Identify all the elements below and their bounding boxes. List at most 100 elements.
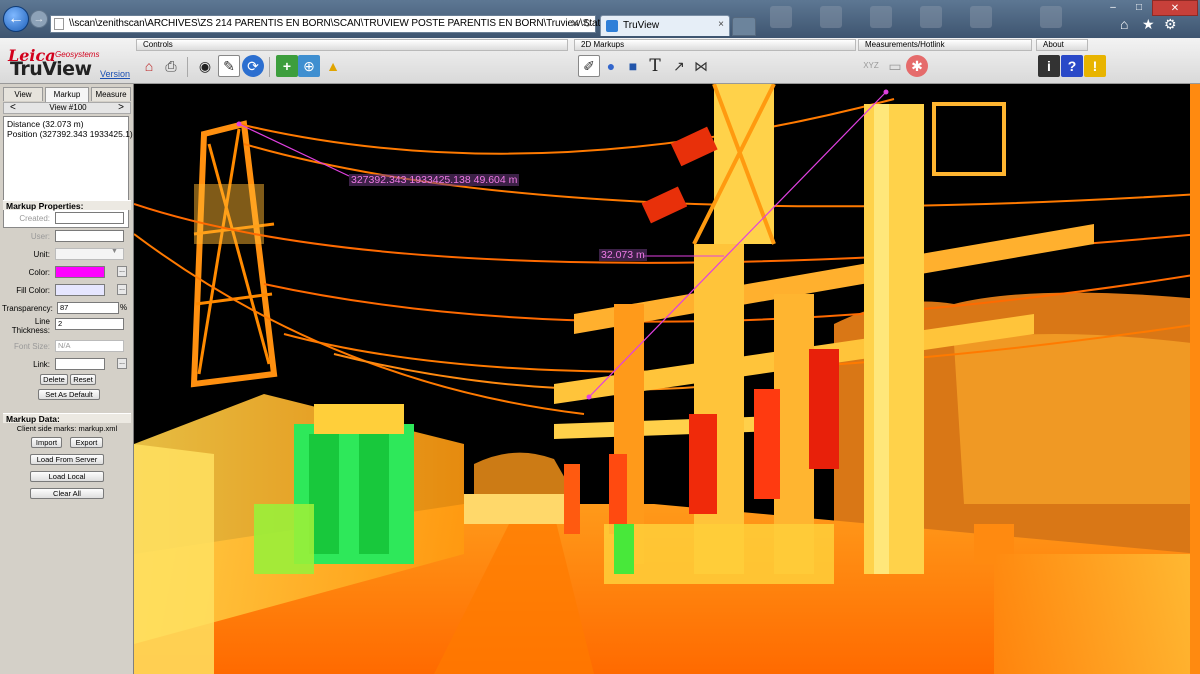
controls-section-head: Controls	[136, 39, 568, 51]
browser-tab[interactable]: TruView ×	[600, 15, 730, 36]
ghost-icon	[770, 6, 792, 28]
tab-measure[interactable]: Measure	[91, 87, 131, 101]
client-marks-text: Client side marks: markup.xml	[16, 424, 118, 433]
percent-unit: %	[120, 303, 128, 312]
tab-markup[interactable]: Markup	[45, 87, 89, 102]
created-field[interactable]	[55, 212, 124, 224]
position-markup-label[interactable]: 327392.343 1933425.138 49.604 m	[349, 174, 520, 186]
rectangle-icon[interactable]: ■	[622, 55, 644, 77]
info-icon[interactable]: i	[1038, 55, 1060, 77]
font-size-field[interactable]: N/A	[55, 340, 124, 352]
version-link[interactable]: Version	[100, 69, 130, 79]
zoom-fit-icon[interactable]: ⊕	[298, 55, 320, 77]
unit-label: Unit:	[33, 250, 50, 259]
load-from-server-button[interactable]: Load From Server	[30, 454, 104, 465]
ghost-icon	[1040, 6, 1062, 28]
annotation-icon[interactable]: ↗	[668, 55, 690, 77]
delete-button[interactable]: Delete	[40, 374, 68, 385]
ghost-icon	[820, 6, 842, 28]
print-icon[interactable]: ⎙	[160, 55, 182, 77]
background-icons	[760, 2, 1100, 32]
toolbar-separator	[187, 57, 188, 77]
substation-point-cloud-scene	[134, 84, 1200, 674]
panel-tabs: View Markup Measure	[3, 87, 131, 102]
fill-color-picker-button[interactable]: ...	[117, 284, 127, 295]
distance-icon[interactable]: ▭	[884, 55, 906, 77]
pointer-icon[interactable]: ✐	[578, 55, 600, 77]
ellipse-icon[interactable]: ●	[600, 55, 622, 77]
text-icon[interactable]: T	[644, 55, 666, 77]
markup-data-head: Markup Data:	[3, 413, 131, 424]
load-local-button[interactable]: Load Local	[30, 471, 104, 482]
link-field[interactable]	[55, 358, 105, 370]
import-button[interactable]: Import	[31, 437, 62, 448]
line-label: Line	[34, 317, 50, 326]
gear-icon[interactable]: ⚙	[1164, 16, 1177, 33]
previous-view-button[interactable]: <	[10, 102, 16, 113]
export-button[interactable]: Export	[70, 437, 103, 448]
clear-all-button[interactable]: Clear All	[30, 488, 104, 499]
app-toolbar: Leica Geosystems TruView Version Control…	[0, 38, 1200, 84]
link-icon[interactable]: ⋈	[690, 55, 712, 77]
help-icon[interactable]: ?	[1061, 55, 1083, 77]
view-title: View #100	[49, 103, 87, 112]
maximize-button[interactable]: □	[1126, 0, 1152, 16]
view-navigator: View #100 < >	[3, 102, 131, 114]
user-field[interactable]	[55, 230, 124, 242]
xyz-icon[interactable]: XYZ	[860, 55, 882, 77]
fill-color-swatch[interactable]	[55, 284, 105, 296]
reset-button[interactable]: Reset	[70, 374, 96, 385]
page-icon	[54, 18, 64, 30]
favorites-icon[interactable]: ★	[1142, 16, 1155, 33]
warning-icon[interactable]: ▲	[322, 55, 344, 77]
chevron-down-icon: ▼	[111, 248, 118, 255]
tab-close-icon[interactable]: ×	[718, 19, 724, 30]
point-cloud-viewport[interactable]: 327392.343 1933425.138 49.604 m 32.073 m	[134, 84, 1200, 674]
truview-logo: Leica Geosystems TruView Version	[0, 38, 134, 84]
ghost-icon	[870, 6, 892, 28]
note-icon[interactable]: !	[1084, 55, 1106, 77]
link-browse-button[interactable]: ...	[117, 358, 127, 369]
eye-icon[interactable]: ◉	[194, 55, 216, 77]
truview-tab-icon	[606, 20, 618, 32]
back-button[interactable]: ←	[3, 6, 29, 32]
about-section-head: About	[1036, 39, 1088, 51]
measurements-section-head: Measurements/Hotlink	[858, 39, 1032, 51]
sync-icon[interactable]: ⟳	[242, 55, 264, 77]
transparency-label: Transparency:	[2, 304, 53, 313]
next-view-button[interactable]: >	[118, 102, 124, 113]
address-bar[interactable]: \\scan\zenithscan\ARCHIVES\ZS 214 PARENT…	[50, 15, 729, 33]
ghost-icon	[970, 6, 992, 28]
home-icon[interactable]: ⌂	[1120, 16, 1128, 32]
markup-pen-icon[interactable]: ✎	[218, 55, 240, 77]
color-label: Color:	[28, 268, 50, 277]
browser-bar: ← → \\scan\zenithscan\ARCHIVES\ZS 214 PA…	[0, 0, 1200, 38]
color-picker-button[interactable]: ...	[117, 266, 127, 277]
forward-arrow-icon: →	[33, 13, 45, 25]
line-thickness-field[interactable]: 2	[55, 318, 124, 330]
list-item[interactable]: Position (327392.343 1933425.1)	[7, 129, 133, 139]
thickness-label: Thickness:	[11, 326, 50, 335]
home-view-icon[interactable]: ⌂	[138, 55, 160, 77]
created-label: Created:	[19, 214, 50, 223]
list-item[interactable]: Distance (32.073 m)	[7, 119, 125, 129]
fill-color-label: Fill Color:	[16, 286, 50, 295]
minimize-button[interactable]: –	[1100, 0, 1126, 16]
forward-button[interactable]: →	[30, 10, 48, 28]
markups-section-head: 2D Markups	[574, 39, 856, 51]
tab-view[interactable]: View	[3, 87, 43, 101]
markup-properties-head: Markup Properties:	[3, 200, 131, 211]
transparency-field[interactable]: 87	[57, 302, 119, 314]
close-window-button[interactable]: ✕	[1152, 0, 1198, 16]
new-tab-button[interactable]	[732, 17, 756, 36]
set-as-default-button[interactable]: Set As Default	[38, 389, 100, 400]
font-size-label: Font Size:	[13, 342, 50, 351]
back-arrow-icon: ←	[8, 10, 24, 27]
stop-refresh-icons[interactable]: ✕ ↻	[571, 17, 593, 30]
zoom-in-icon[interactable]: +	[276, 55, 298, 77]
ghost-icon	[920, 6, 942, 28]
hotlink-icon[interactable]: ✱	[906, 55, 928, 77]
distance-markup-label[interactable]: 32.073 m	[599, 249, 647, 261]
color-swatch[interactable]	[55, 266, 105, 278]
link-label: Link:	[33, 360, 50, 369]
